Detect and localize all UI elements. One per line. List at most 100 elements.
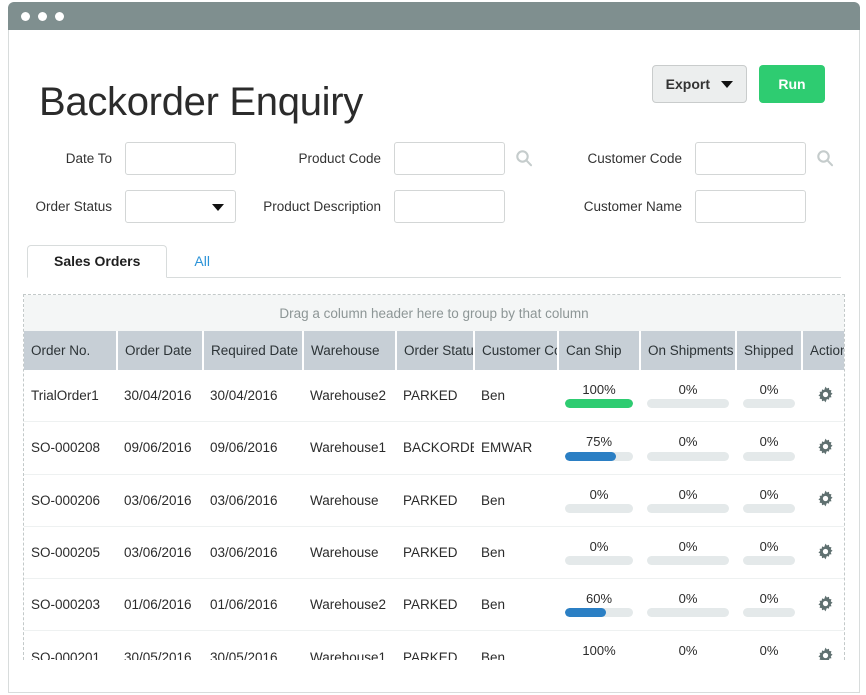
cell-required-date: 30/05/2016 bbox=[203, 630, 303, 660]
table-row[interactable]: SO-000208 09/06/2016 09/06/2016 Warehouse1 B… bbox=[24, 421, 844, 475]
window-dot-1[interactable] bbox=[21, 11, 30, 21]
cell-order-no[interactable]: SO-000208 bbox=[24, 421, 117, 475]
gear-icon[interactable] bbox=[817, 647, 834, 660]
cell-action[interactable] bbox=[802, 370, 844, 423]
chevron-down-icon bbox=[212, 203, 224, 211]
col-on-shipments[interactable]: On Shipments bbox=[640, 331, 737, 370]
table-header-row: Order No. Order Date Required Date Wareh… bbox=[24, 331, 844, 370]
cell-order-no[interactable]: SO-000206 bbox=[24, 474, 117, 527]
cell-order-date: 30/05/2016 bbox=[117, 630, 203, 660]
cell-order-no[interactable]: TrialOrder1 bbox=[24, 370, 117, 423]
shipped-label: 0% bbox=[759, 591, 779, 607]
table-row[interactable]: SO-000203 01/06/2016 01/06/2016 Warehouse2 P… bbox=[24, 578, 844, 632]
tab-all[interactable]: All bbox=[167, 245, 237, 278]
progress-wrapper: 0% bbox=[647, 382, 729, 409]
shipped-bar bbox=[743, 608, 795, 618]
cell-on-shipments: 0% bbox=[640, 578, 736, 632]
run-button[interactable]: Run bbox=[759, 65, 825, 103]
col-order-date[interactable]: Order Date bbox=[117, 331, 204, 370]
cell-order-no[interactable]: SO-000205 bbox=[24, 526, 117, 580]
gear-icon[interactable] bbox=[817, 438, 834, 458]
search-icon[interactable] bbox=[515, 149, 533, 167]
spacer-icon bbox=[816, 197, 834, 215]
col-action[interactable]: Action bbox=[802, 331, 844, 370]
cell-warehouse[interactable]: Warehouse bbox=[303, 526, 396, 580]
filter-order-status: Order Status bbox=[27, 189, 236, 223]
tab-sales-orders[interactable]: Sales Orders bbox=[27, 245, 168, 278]
cell-action[interactable] bbox=[802, 526, 844, 580]
shipped-label: 0% bbox=[759, 538, 779, 554]
cell-action[interactable] bbox=[802, 474, 844, 527]
cell-order-date: 09/06/2016 bbox=[117, 421, 203, 475]
cell-on-shipments: 0% bbox=[640, 526, 736, 580]
col-customer-code[interactable]: Customer Cod bbox=[474, 331, 559, 370]
order-status-select[interactable] bbox=[125, 189, 236, 223]
cell-required-date: 01/06/2016 bbox=[203, 578, 303, 632]
table-row[interactable]: SO-000201 30/05/2016 30/05/2016 Warehouse1 P… bbox=[24, 630, 844, 660]
gear-icon[interactable] bbox=[817, 490, 834, 510]
gear-icon[interactable] bbox=[817, 543, 834, 563]
customer-name-input[interactable] bbox=[695, 189, 806, 223]
export-button[interactable]: Export bbox=[651, 65, 747, 103]
col-warehouse[interactable]: Warehouse bbox=[303, 331, 397, 370]
can-ship-label: 0% bbox=[589, 538, 609, 554]
table-row[interactable]: SO-000206 03/06/2016 03/06/2016 Warehouse PA… bbox=[24, 474, 844, 527]
search-icon[interactable] bbox=[816, 149, 834, 167]
customer-code-input[interactable] bbox=[695, 141, 806, 175]
app-window: Backorder Enquiry Export Run Date To Pro… bbox=[0, 0, 866, 695]
cell-order-status: BACKORDE bbox=[396, 421, 474, 475]
on-shipments-bar bbox=[647, 556, 729, 566]
group-by-panel[interactable]: Drag a column header here to group by th… bbox=[24, 295, 844, 331]
table-body: TrialOrder1 30/04/2016 30/04/2016 Warehouse… bbox=[24, 370, 844, 660]
cell-order-no[interactable]: SO-000203 bbox=[24, 578, 117, 632]
cell-can-ship: 75% bbox=[558, 421, 640, 475]
cell-order-date: 03/06/2016 bbox=[117, 474, 203, 527]
window-dot-2[interactable] bbox=[38, 11, 47, 21]
cell-action[interactable] bbox=[802, 578, 844, 632]
date-to-input[interactable] bbox=[125, 141, 236, 175]
on-shipments-label: 0% bbox=[678, 591, 698, 607]
cell-required-date: 03/06/2016 bbox=[203, 474, 303, 527]
gear-icon[interactable] bbox=[817, 595, 834, 615]
cell-customer-code[interactable]: EMWAR bbox=[474, 421, 558, 475]
progress-wrapper: 0% bbox=[647, 487, 729, 513]
shipped-label: 0% bbox=[759, 434, 779, 450]
on-shipments-bar bbox=[647, 503, 729, 513]
cell-customer-code[interactable]: Ben bbox=[474, 630, 558, 660]
col-order-status[interactable]: Order Status bbox=[396, 331, 475, 370]
col-order-no[interactable]: Order No. bbox=[24, 331, 118, 370]
on-shipments-label: 0% bbox=[678, 538, 698, 554]
cell-customer-code[interactable]: Ben bbox=[474, 526, 558, 580]
cell-shipped: 0% bbox=[736, 578, 802, 632]
cell-warehouse[interactable]: Warehouse bbox=[303, 474, 396, 527]
col-required-date[interactable]: Required Date bbox=[203, 331, 304, 370]
cell-can-ship: 60% bbox=[558, 578, 640, 632]
cell-on-shipments: 0% bbox=[640, 421, 736, 475]
cell-warehouse[interactable]: Warehouse1 bbox=[303, 421, 396, 475]
cell-customer-code[interactable]: Ben bbox=[474, 370, 558, 423]
cell-order-no[interactable]: SO-000201 bbox=[24, 630, 117, 660]
table-row[interactable]: TrialOrder1 30/04/2016 30/04/2016 Warehouse… bbox=[24, 370, 844, 423]
filter-customer-code: Customer Code bbox=[533, 141, 834, 175]
on-shipments-label: 0% bbox=[678, 643, 698, 659]
on-shipments-label: 0% bbox=[678, 434, 698, 450]
progress-wrapper: 0% bbox=[743, 434, 795, 461]
cell-warehouse[interactable]: Warehouse2 bbox=[303, 370, 396, 423]
cell-customer-code[interactable]: Ben bbox=[474, 578, 558, 632]
cell-action[interactable] bbox=[802, 421, 844, 475]
cell-warehouse[interactable]: Warehouse2 bbox=[303, 578, 396, 632]
can-ship-bar bbox=[565, 503, 633, 513]
table-row[interactable]: SO-000205 03/06/2016 03/06/2016 Warehouse PA… bbox=[24, 526, 844, 580]
cell-required-date: 09/06/2016 bbox=[203, 421, 303, 475]
product-description-input[interactable] bbox=[394, 189, 505, 223]
cell-customer-code[interactable]: Ben bbox=[474, 474, 558, 527]
col-shipped[interactable]: Shipped bbox=[736, 331, 803, 370]
cell-warehouse[interactable]: Warehouse1 bbox=[303, 630, 396, 660]
product-code-input[interactable] bbox=[394, 141, 505, 175]
window-dot-3[interactable] bbox=[55, 11, 64, 21]
filter-product-description: Product Description bbox=[236, 189, 533, 223]
customer-code-label: Customer Code bbox=[587, 150, 682, 166]
col-can-ship[interactable]: Can Ship bbox=[558, 331, 641, 370]
cell-action[interactable] bbox=[802, 630, 844, 660]
gear-icon[interactable] bbox=[817, 386, 834, 406]
